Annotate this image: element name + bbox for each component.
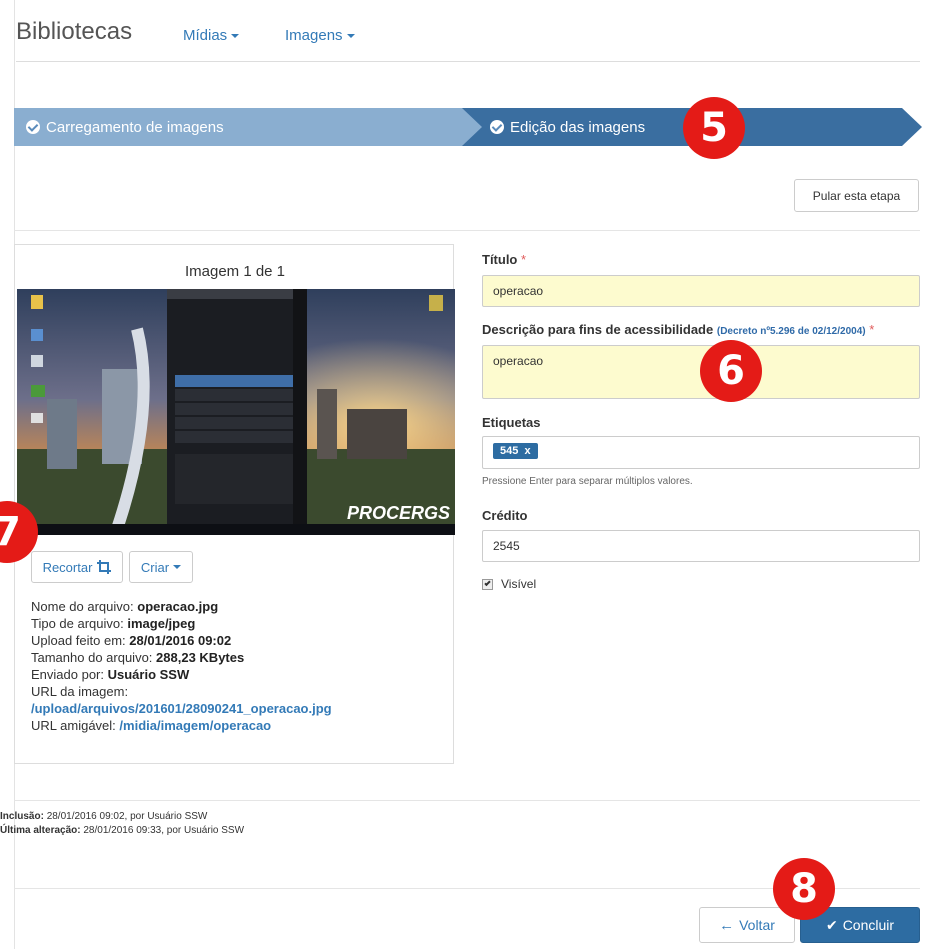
image-url-link[interactable]: /upload/arquivos/201601/28090241_operaca… xyxy=(31,701,332,716)
friendly-url-link[interactable]: /midia/imagem/operacao xyxy=(119,718,271,733)
tags-input[interactable]: 545 x xyxy=(482,436,920,469)
tags-help: Pressione Enter para separar múltiplos v… xyxy=(482,476,693,487)
required-mark: * xyxy=(521,252,527,267)
crop-icon xyxy=(97,560,112,574)
crop-button[interactable]: Recortar xyxy=(31,551,123,583)
tag-chip[interactable]: 545 x xyxy=(493,443,538,459)
brand-title[interactable]: Bibliotecas xyxy=(16,18,132,46)
visible-label: Visível xyxy=(501,577,537,591)
callout-6: 6 xyxy=(700,340,762,402)
file-type-row: Tipo de arquivo: image/jpeg xyxy=(31,616,196,631)
image-preview-graphic: PROCERGS xyxy=(17,289,455,535)
divider xyxy=(14,800,920,801)
wizard-arrow xyxy=(902,108,922,146)
wizard-arrow xyxy=(462,108,482,146)
menu-imagens-label: Imagens xyxy=(285,27,343,44)
divider xyxy=(14,230,920,231)
uploaded-by-row: Enviado por: Usuário SSW xyxy=(31,667,190,682)
checkmark-icon: ✔ xyxy=(825,916,838,933)
menu-imagens[interactable]: Imagens xyxy=(285,27,355,44)
caret-down-icon xyxy=(173,565,182,569)
credit-label: Crédito xyxy=(482,508,528,523)
image-preview[interactable]: PROCERGS xyxy=(17,289,455,535)
title-label: Título * xyxy=(482,252,527,267)
tag-remove-icon[interactable]: x xyxy=(524,445,530,457)
image-panel: Imagem 1 de 1 PROCERGS Recortar Criar No… xyxy=(14,244,455,764)
skip-step-button[interactable]: Pular esta etapa xyxy=(794,179,919,212)
wizard-step-edit[interactable]: Edição das imagens xyxy=(462,108,902,146)
back-button[interactable]: ← Voltar xyxy=(699,907,795,943)
caret-down-icon xyxy=(346,34,355,39)
create-button-label: Criar xyxy=(140,559,170,575)
file-name-row: Nome do arquivo: operacao.jpg xyxy=(31,599,219,614)
file-size: 288,23 KBytes xyxy=(156,650,245,665)
check-circle-icon xyxy=(26,120,40,134)
create-dropdown-button[interactable]: Criar xyxy=(129,551,193,583)
friendly-url-row: URL amigável: /midia/imagem/operacao xyxy=(31,718,272,733)
wizard-step-upload[interactable]: Carregamento de imagens xyxy=(14,108,484,146)
callout-5: 5 xyxy=(683,97,745,159)
image-url-label: URL da imagem: xyxy=(31,684,129,699)
crop-button-label: Recortar xyxy=(42,559,93,575)
back-button-label: Voltar xyxy=(739,917,775,933)
description-label: Descrição para fins de acessibilidade (D… xyxy=(482,322,875,337)
procergs-watermark: PROCERGS xyxy=(347,503,450,523)
tags-label: Etiquetas xyxy=(482,415,541,430)
image-counter: Imagem 1 de 1 xyxy=(184,263,286,280)
top-navbar: Bibliotecas Mídias Imagens xyxy=(16,0,920,62)
upload-date-row: Upload feito em: 28/01/2016 09:02 xyxy=(31,633,232,648)
menu-midias[interactable]: Mídias xyxy=(183,27,240,44)
visible-row: Visível xyxy=(482,577,536,591)
menu-midias-label: Mídias xyxy=(183,27,228,44)
inclusion-row: Inclusão: 28/01/2016 09:02, por Usuário … xyxy=(0,811,208,822)
last-change-row: Última alteração: 28/01/2016 09:33, por … xyxy=(0,825,245,836)
finish-button-label: Concluir xyxy=(842,917,895,933)
file-size-row: Tamanho do arquivo: 288,23 KBytes xyxy=(31,650,245,665)
file-info: Nome do arquivo: operacao.jpg Tipo de ar… xyxy=(31,598,332,734)
visible-checkbox[interactable] xyxy=(482,578,493,590)
description-hint: (Decreto nº5.296 de 02/12/2004) xyxy=(716,326,866,337)
record-meta: Inclusão: 28/01/2016 09:02, por Usuário … xyxy=(0,810,244,838)
title-input[interactable]: operacao xyxy=(482,275,920,307)
wizard-step-upload-label: Carregamento de imagens xyxy=(46,118,224,136)
file-type: image/jpeg xyxy=(127,616,196,631)
wizard-step-edit-label: Edição das imagens xyxy=(510,118,646,136)
callout-8: 8 xyxy=(773,858,835,920)
credit-input[interactable]: 2545 xyxy=(482,530,920,562)
check-circle-icon xyxy=(490,120,504,134)
uploaded-by: Usuário SSW xyxy=(107,667,190,682)
caret-down-icon xyxy=(231,34,240,39)
upload-date: 28/01/2016 09:02 xyxy=(129,633,232,648)
file-name: operacao.jpg xyxy=(137,599,219,614)
arrow-left-icon: ← xyxy=(719,916,735,934)
wizard-steps: Carregamento de imagens Edição das image… xyxy=(14,108,922,146)
